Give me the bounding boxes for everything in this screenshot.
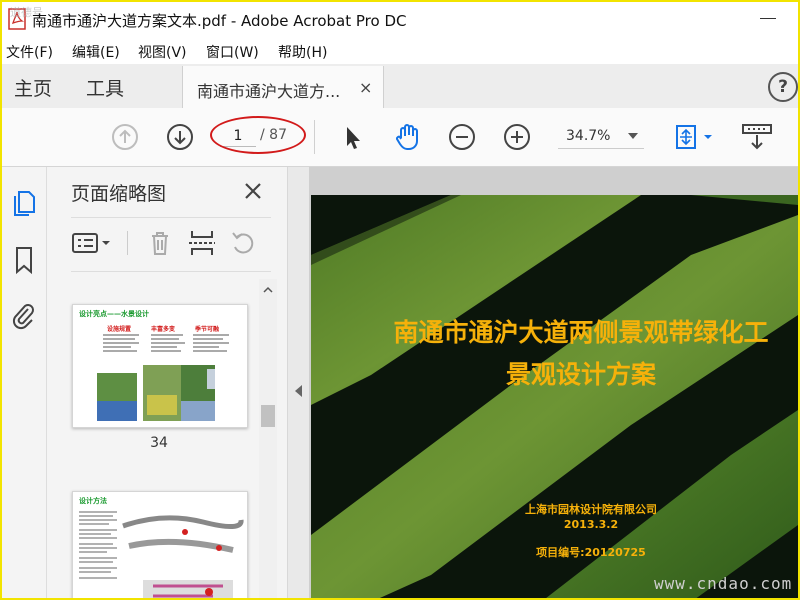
previous-page-icon[interactable] [110,122,140,152]
document-subtitle: 景观设计方案 [505,360,656,389]
document-project-number: 项目编号:20120725 [536,546,646,559]
scroll-mode-icon[interactable] [740,122,774,152]
thumbnail-scrollbar[interactable] [259,279,277,598]
menu-edit[interactable]: 编辑(E) [72,42,120,62]
panel-splitter[interactable] [287,167,310,598]
thumbnail-image [79,511,244,598]
tab-document[interactable]: 南通市通沪大道方... × [182,66,384,108]
navigation-rail [2,167,47,598]
toolbar-divider [314,120,315,154]
page-thumbnail[interactable]: 设计亮点——水景设计 设施规置 丰富多变 季节可融 [72,304,248,428]
menu-file[interactable]: 文件(F) [6,42,53,62]
panel-divider [71,271,271,272]
thumbnail-image [97,334,229,421]
menu-bar: 文件(F) 编辑(E) 视图(V) 窗口(W) 帮助(H) [2,40,798,62]
bookmark-icon[interactable] [10,245,38,275]
zoom-value: 34.7% [566,128,611,144]
panel-tool-divider [127,231,128,255]
thumbnail-page-number: 34 [150,435,168,451]
panel-divider [71,217,271,218]
close-tab-icon[interactable]: × [359,78,372,97]
help-button[interactable]: ? [768,72,798,102]
select-cursor-icon[interactable] [338,122,368,152]
panel-title: 页面缩略图 [71,183,167,205]
document-organization: 上海市园林设计院有限公司 [525,503,657,516]
thumbnail-heading: 设计方法 [79,497,107,505]
toolbar: 1 / 87 34.7% [2,108,798,167]
document-tab-label: 南通市通沪大道方... [197,82,341,101]
collapse-panel-icon[interactable] [295,385,302,397]
thumbnail-options-icon[interactable] [71,227,115,259]
menu-view[interactable]: 视图(V) [138,42,187,62]
minimize-button[interactable] [756,8,780,30]
rotate-page-icon[interactable] [227,227,261,259]
delete-page-icon[interactable] [143,227,177,259]
zoom-out-icon[interactable] [447,122,477,152]
thumbnail-heading: 设计亮点——水景设计 [79,310,149,318]
next-page-icon[interactable] [165,122,195,152]
scroll-up-icon[interactable] [263,285,273,295]
fit-page-icon[interactable] [672,122,716,152]
insert-page-icon[interactable] [185,227,219,259]
zoom-in-icon[interactable] [502,122,532,152]
page-thumbnail[interactable]: 设计方法 [72,491,248,598]
close-icon[interactable] [241,179,265,203]
app-window: 道德号 南通市通沪大道方案文本.pdf - Adobe Acrobat Pro … [0,0,800,600]
menu-help[interactable]: 帮助(H) [278,42,327,62]
scrollbar-thumb[interactable] [261,405,275,427]
pdf-page: 南通市通沪大道两侧景观带绿化工 景观设计方案 上海市园林设计院有限公司 2013… [311,195,798,598]
document-title: 南通市通沪大道两侧景观带绿化工 [393,318,769,347]
menu-window[interactable]: 窗口(W) [206,42,259,62]
chevron-down-icon [628,133,638,139]
site-watermark: www.cndao.com [654,574,793,593]
document-date: 2013.3.2 [563,518,619,531]
attachment-icon[interactable] [10,301,38,331]
zoom-dropdown[interactable]: 34.7% [558,124,644,149]
tab-tools[interactable]: 工具 [86,74,124,101]
title-bar: 道德号 南通市通沪大道方案文本.pdf - Adobe Acrobat Pro … [2,2,798,38]
hand-tool-icon[interactable] [392,122,422,152]
tab-home[interactable]: 主页 [14,74,52,101]
document-view[interactable]: 南通市通沪大道两侧景观带绿化工 景观设计方案 上海市园林设计院有限公司 2013… [309,167,798,598]
page-thumbnails-icon[interactable] [10,187,38,217]
window-title: 南通市通沪大道方案文本.pdf - Adobe Acrobat Pro DC [32,12,407,30]
page-number-highlight [210,116,306,154]
tab-bar: 主页 工具 南通市通沪大道方... × ? [2,64,798,108]
thumbnails-panel: 页面缩略图 设计亮点——水景设计 设施规置 丰富多变 季节可融 34 设计方法 [47,167,287,598]
cover-photo [311,195,798,598]
